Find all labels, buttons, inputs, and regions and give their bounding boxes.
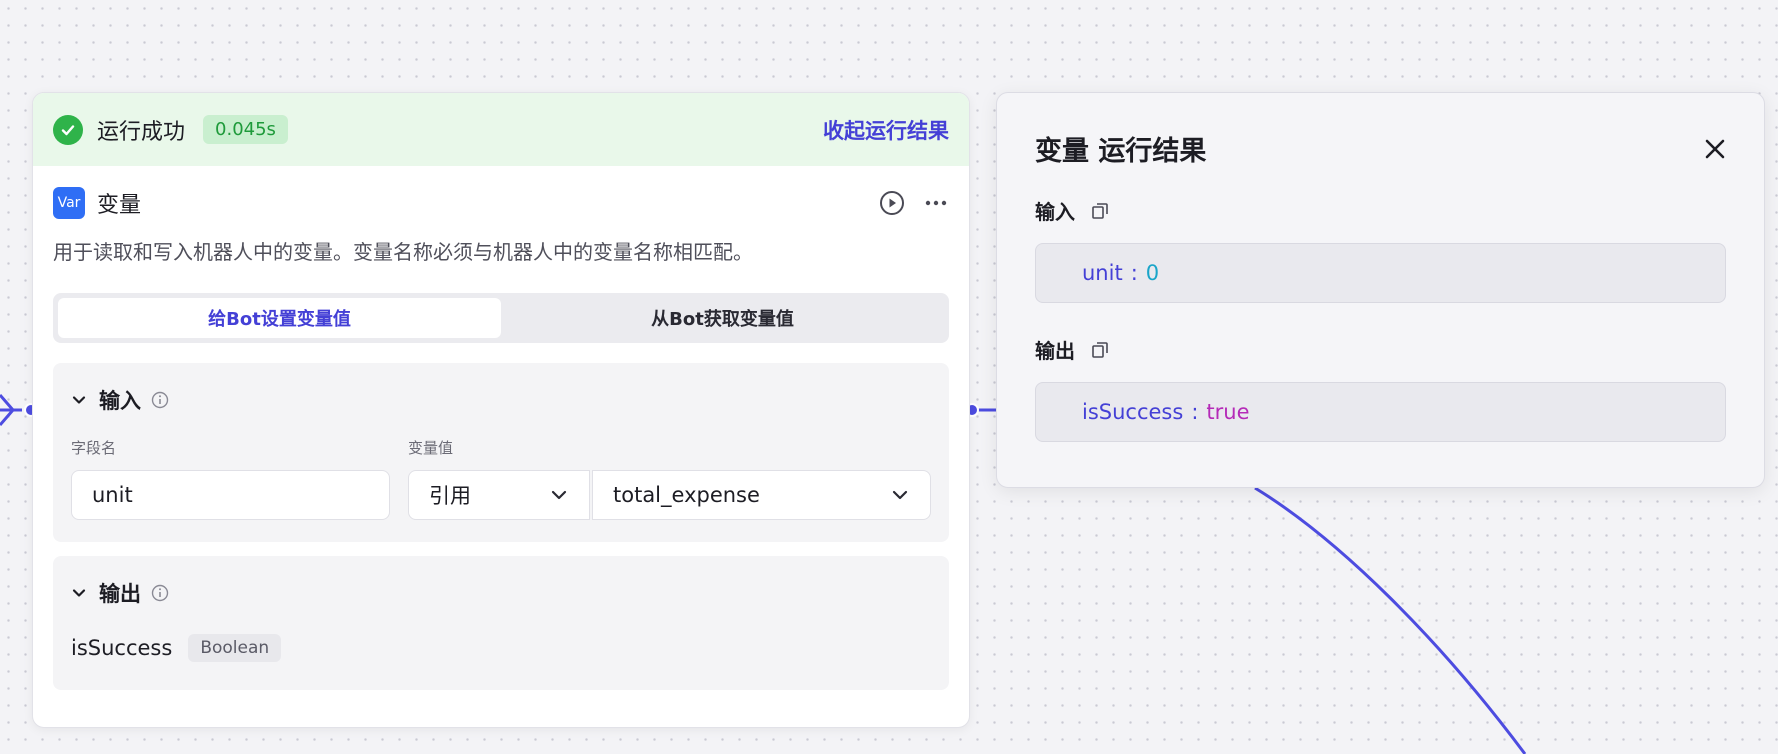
result-output-key: isSuccess xyxy=(1082,400,1184,424)
tab-set-variable[interactable]: 给Bot设置变量值 xyxy=(58,298,501,338)
field-name-input[interactable]: unit xyxy=(71,470,390,520)
result-input-box: unit : 0 xyxy=(1035,243,1726,303)
run-result-panel: 变量 运行结果 输入 unit : 0 输出 isSuccess : true xyxy=(996,92,1765,488)
run-time-badge: 0.045s xyxy=(203,115,288,144)
node-title: 变量 xyxy=(97,193,142,218)
copy-icon[interactable] xyxy=(1091,341,1109,359)
input-section-title: 输入 xyxy=(99,389,141,413)
output-type-tag: Boolean xyxy=(188,634,282,662)
tab-get-variable[interactable]: 从Bot获取变量值 xyxy=(501,298,944,338)
reference-type-select[interactable]: 引用 xyxy=(408,470,590,520)
result-output-value: true xyxy=(1206,400,1250,424)
chevron-down-icon xyxy=(890,485,910,505)
collapse-result-link[interactable]: 收起运行结果 xyxy=(823,115,949,145)
field-name-value: unit xyxy=(92,483,133,507)
info-icon[interactable] xyxy=(151,584,169,602)
output-variable-name: isSuccess xyxy=(71,636,173,660)
field-name-label: 字段名 xyxy=(71,439,117,457)
result-panel-title: 变量 运行结果 xyxy=(1035,136,1207,167)
play-icon[interactable] xyxy=(879,190,905,216)
node-description: 用于读取和写入机器人中的变量。变量名称必须与机器人中的变量名称相匹配。 xyxy=(53,240,753,264)
reference-type-value: 引用 xyxy=(429,484,471,508)
result-input-label: 输入 xyxy=(1035,200,1075,224)
output-section-title: 输出 xyxy=(99,582,141,606)
more-options-icon[interactable] xyxy=(923,190,949,216)
reference-variable-value: total_expense xyxy=(613,483,760,507)
reference-variable-select[interactable]: total_expense xyxy=(592,470,931,520)
chevron-down-icon xyxy=(549,485,569,505)
chevron-down-icon[interactable] xyxy=(71,585,87,601)
close-icon[interactable] xyxy=(1704,138,1726,160)
node-header: Var 变量 xyxy=(33,166,969,240)
result-input-separator: : xyxy=(1130,261,1138,285)
result-output-header: 输出 xyxy=(1035,335,1726,364)
result-input-header: 输入 xyxy=(1035,196,1726,225)
variable-value-label: 变量值 xyxy=(408,439,454,457)
outgoing-edge-curve xyxy=(1254,486,1527,754)
mode-tabs: 给Bot设置变量值 从Bot获取变量值 xyxy=(53,293,949,343)
run-status-text: 运行成功 xyxy=(97,119,186,145)
copy-icon[interactable] xyxy=(1091,202,1109,220)
result-output-box: isSuccess : true xyxy=(1035,382,1726,442)
input-section: 输入 字段名 变量值 unit 引用 total_expense xyxy=(53,363,949,542)
chevron-down-icon[interactable] xyxy=(71,392,87,408)
check-circle-icon xyxy=(53,114,83,145)
output-section: 输出 isSuccess Boolean xyxy=(53,556,949,690)
result-input-value: 0 xyxy=(1145,261,1160,285)
result-output-label: 输出 xyxy=(1035,339,1075,363)
variable-node[interactable]: 运行成功 0.045s 收起运行结果 Var 变量 用于读取和写入机器人中的变量… xyxy=(32,92,970,728)
result-output-separator: : xyxy=(1191,400,1199,424)
result-input-key: unit xyxy=(1082,261,1123,285)
var-icon: Var xyxy=(53,187,85,219)
run-result-banner: 运行成功 0.045s 收起运行结果 xyxy=(33,93,969,166)
info-icon[interactable] xyxy=(151,391,169,409)
